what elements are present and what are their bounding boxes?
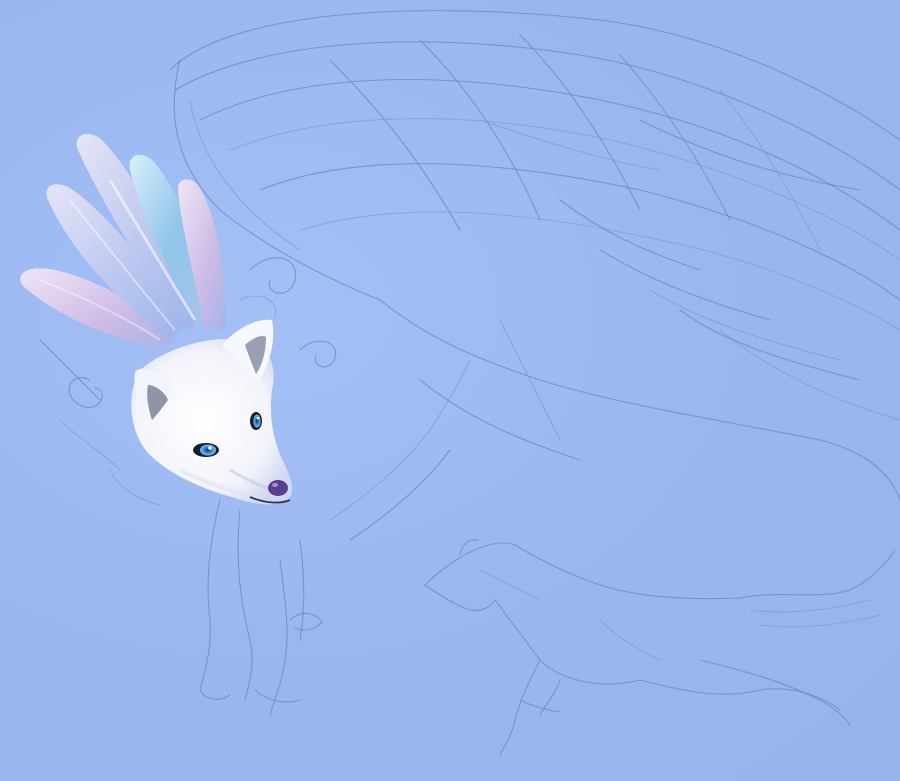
fox-eye-left (193, 443, 219, 457)
fox-eye-right (250, 412, 262, 430)
fox-nose (268, 480, 288, 496)
fox-face (131, 338, 292, 505)
drawing-canvas (0, 0, 900, 781)
feather-crest (20, 133, 226, 350)
painted-fox-layer (20, 133, 292, 505)
